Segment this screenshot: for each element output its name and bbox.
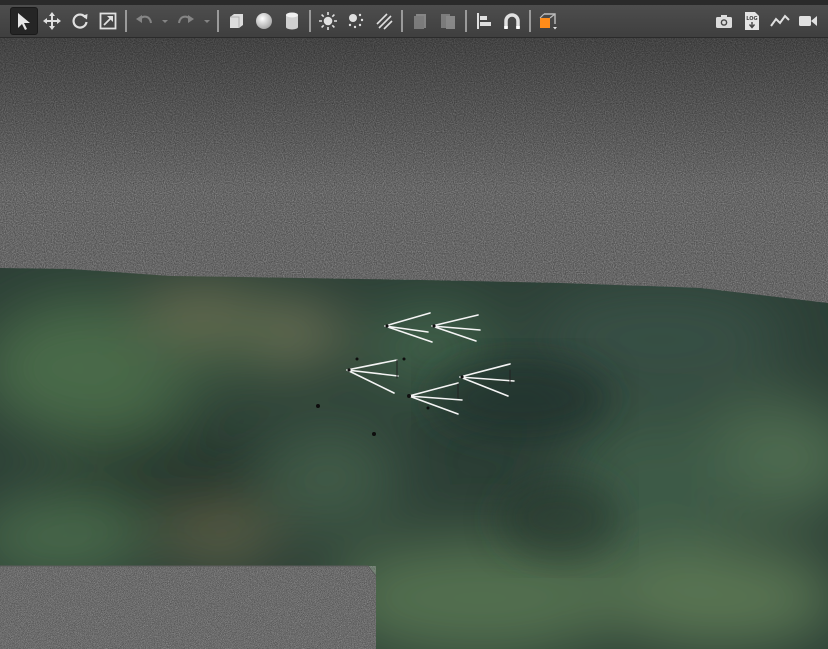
- scale-tool-button[interactable]: [94, 7, 122, 35]
- chevron-down-icon: [162, 20, 168, 23]
- asphalt-slab: [0, 565, 377, 649]
- toolbar-separator: [125, 10, 127, 32]
- translate-icon: [43, 12, 61, 30]
- video-record-icon: [799, 16, 817, 26]
- log-label: LOG: [746, 16, 757, 22]
- magnet-snap-icon: [504, 13, 520, 29]
- cylinder-icon: [286, 12, 298, 30]
- box-icon: [230, 14, 243, 28]
- toolbar-separator: [309, 10, 311, 32]
- undo-history-dropdown[interactable]: [158, 7, 172, 35]
- view-angle-icon: [539, 13, 557, 30]
- sun-light-icon: [319, 12, 337, 30]
- log-button[interactable]: LOG: [738, 7, 766, 35]
- spot-light-icon: [376, 13, 393, 30]
- plot-button[interactable]: [766, 7, 794, 35]
- log-icon: LOG: [745, 12, 759, 30]
- camera-screenshot-icon: [716, 15, 732, 28]
- redo-icon: [178, 15, 194, 24]
- screenshot-button[interactable]: [710, 7, 738, 35]
- view-angle-button[interactable]: [534, 7, 562, 35]
- rotate-tool-button[interactable]: [66, 7, 94, 35]
- scene-canvas[interactable]: [0, 38, 828, 649]
- record-video-button[interactable]: [794, 7, 822, 35]
- toolbar-separator: [529, 10, 531, 32]
- align-button[interactable]: [470, 7, 498, 35]
- select-icon: [18, 13, 30, 30]
- insert-directional-light-button[interactable]: [314, 7, 342, 35]
- copy-button[interactable]: [406, 7, 434, 35]
- redo-button[interactable]: [172, 7, 200, 35]
- snap-button[interactable]: [498, 7, 526, 35]
- undo-icon: [136, 15, 152, 24]
- insert-cylinder-button[interactable]: [278, 7, 306, 35]
- insert-box-button[interactable]: [222, 7, 250, 35]
- plot-icon: [770, 14, 790, 27]
- paste-icon: [441, 14, 455, 29]
- insert-sphere-button[interactable]: [250, 7, 278, 35]
- sphere-icon: [256, 13, 272, 29]
- scale-icon: [99, 12, 117, 30]
- toolbar-separator: [401, 10, 403, 32]
- insert-spot-light-button[interactable]: [370, 7, 398, 35]
- select-tool-button[interactable]: [10, 7, 38, 35]
- insert-point-light-button[interactable]: [342, 7, 370, 35]
- copy-icon: [414, 14, 426, 29]
- rotate-icon: [72, 13, 88, 29]
- redo-history-dropdown[interactable]: [200, 7, 214, 35]
- toolbar: LOG: [0, 5, 828, 38]
- toolbar-separator: [217, 10, 219, 32]
- undo-button[interactable]: [130, 7, 158, 35]
- translate-tool-button[interactable]: [38, 7, 66, 35]
- chevron-down-icon: [204, 20, 210, 23]
- align-icon: [477, 13, 491, 29]
- scene-viewport[interactable]: [0, 38, 828, 649]
- paste-button[interactable]: [434, 7, 462, 35]
- toolbar-separator: [465, 10, 467, 32]
- point-light-icon: [348, 13, 364, 29]
